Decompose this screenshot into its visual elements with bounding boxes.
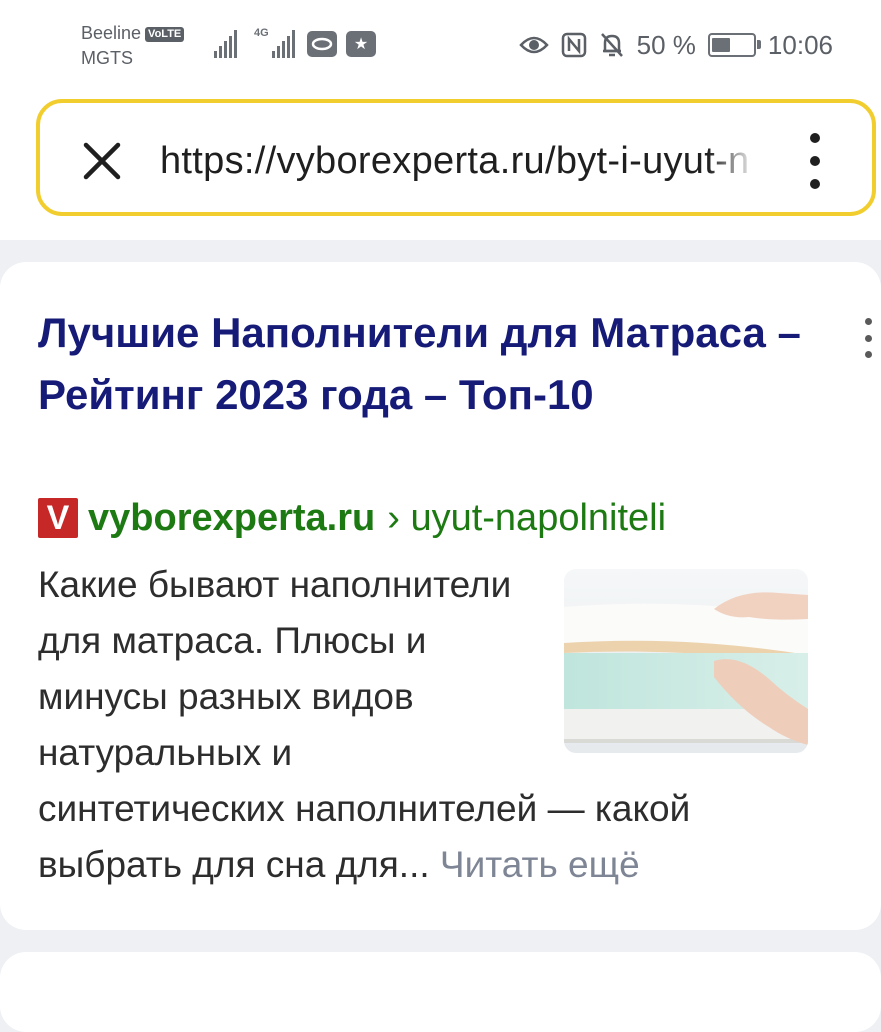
browser-top-area: Beeline VoLTE MGTS 4G ★ 50 % 10:06 https:… — [0, 0, 881, 240]
network-label: 4G — [254, 27, 269, 39]
next-result-card[interactable] — [0, 952, 881, 1032]
result-snippet: Какие бывают наполнители для матраса. Пл… — [38, 557, 808, 893]
clock: 10:06 — [767, 29, 833, 60]
volte-badge: VoLTE — [145, 27, 185, 42]
result-domain[interactable]: vyborexperta.ru — [88, 497, 375, 540]
nfc-icon — [561, 32, 586, 58]
eye-icon — [518, 36, 549, 54]
favicon-icon: V — [38, 498, 78, 538]
mattress-thumbnail-image[interactable] — [564, 569, 808, 753]
result-path[interactable]: › uyut-napolniteli — [387, 497, 666, 540]
ring-notification-icon — [307, 31, 337, 57]
search-result-card[interactable]: Лучшие Наполнители для Матраса – Рейтинг… — [0, 262, 881, 930]
carrier-secondary: MGTS — [81, 48, 133, 68]
address-bar[interactable]: https://vyborexperta.ru/byt-i-uyut-napol… — [36, 99, 876, 216]
carrier-info: Beeline VoLTE MGTS — [81, 21, 185, 71]
url-text[interactable]: https://vyborexperta.ru/byt-i-uyut-napol… — [160, 136, 748, 186]
signal-strength-icon — [214, 30, 237, 58]
status-bar: Beeline VoLTE MGTS 4G ★ 50 % 10:06 — [0, 0, 881, 85]
result-source[interactable]: V vyborexperta.ru › uyut-napolniteli — [38, 494, 666, 542]
battery-saver-icon — [707, 33, 761, 57]
result-title[interactable]: Лучшие Наполнители для Матраса – Рейтинг… — [38, 302, 818, 426]
menu-dots-icon[interactable] — [800, 133, 830, 189]
read-more-link[interactable]: Читать ещё — [440, 844, 640, 885]
signal-4g-icon — [272, 30, 295, 58]
carrier-primary: Beeline — [81, 23, 142, 43]
battery-percent: 50 % — [636, 29, 696, 60]
close-icon[interactable] — [80, 139, 124, 183]
result-menu-icon[interactable] — [862, 318, 874, 358]
bell-muted-icon — [600, 33, 623, 57]
star-box-icon: ★ — [346, 31, 376, 57]
url-fade — [708, 136, 756, 186]
status-right-group: 50 % 10:06 — [518, 29, 833, 61]
